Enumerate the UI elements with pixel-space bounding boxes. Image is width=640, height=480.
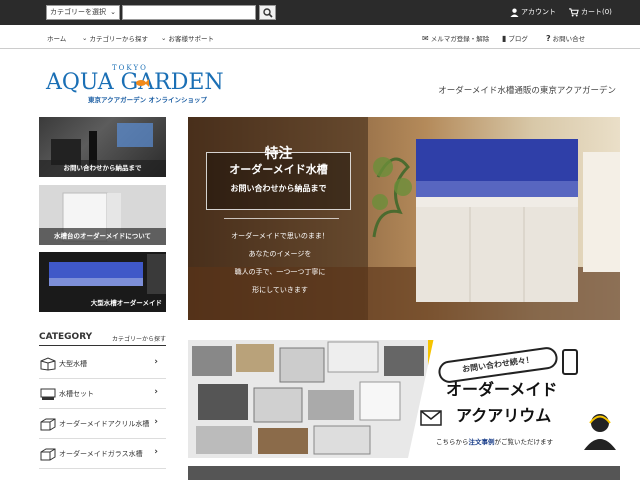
nav-home-label: ホーム: [47, 35, 67, 43]
chevron-down-icon: ⌄: [161, 34, 167, 42]
question-icon: ?: [546, 33, 551, 43]
category-item-label: 大型水槽: [59, 360, 87, 368]
chevron-right-icon: ›: [154, 387, 158, 397]
divider: [224, 218, 339, 219]
hero-body-line: 形にしていきます: [252, 286, 308, 294]
hero-line2: オーダーメイド水槽: [229, 163, 328, 176]
nav-home[interactable]: ホーム: [47, 33, 66, 43]
category-more-link[interactable]: カテゴリーから探す: [112, 334, 166, 343]
nav-newsletter[interactable]: ✉ メルマガ登録・解除: [422, 33, 490, 44]
account-link[interactable]: アカウント: [510, 7, 556, 17]
tank-icon: [40, 357, 56, 371]
promo-foot-post: がご覧いただけます: [494, 438, 554, 446]
cart-icon: [569, 7, 579, 17]
mail-icon: ✉: [422, 33, 429, 43]
account-label: アカウント: [521, 8, 556, 16]
promo-footer: こちらから注文事例がご覧いただけます: [436, 436, 553, 446]
hero-line3: お問い合わせから納品まで: [230, 184, 327, 193]
category-select[interactable]: カテゴリーを選択 ⌄: [46, 5, 120, 20]
nav-browse-category-label: カテゴリーから探す: [89, 35, 148, 43]
category-item-label: オーダーメイドアクリル水槽: [59, 420, 150, 428]
book-icon: ▮: [502, 33, 507, 43]
promo-foot-link[interactable]: 注文事例: [469, 438, 495, 446]
top-bar: カテゴリーを選択 ⌄ アカウント カート(0): [0, 0, 640, 25]
category-item-label: オーダーメイドガラス水槽: [59, 450, 143, 458]
promo-foot-pre: こちらから: [436, 438, 469, 446]
tank-set-icon: [40, 388, 56, 400]
search-button[interactable]: [259, 5, 276, 20]
acrylic-tank-icon: [40, 418, 56, 431]
promo-title-line1: オーダーメイド: [446, 380, 558, 399]
banner-stand-ordermade[interactable]: 水槽台のオーダーメイドについて: [39, 185, 166, 245]
banner-inquiry-to-delivery[interactable]: お問い合わせから納品まで: [39, 117, 166, 177]
nav-support[interactable]: ⌄ お客様サポート: [161, 33, 214, 43]
nav-browse-category[interactable]: ⌄ カテゴリーから探す: [82, 33, 148, 43]
logo-sub-text: 東京アクアガーデン オンラインショップ: [88, 96, 207, 104]
smartphone-icon: [562, 349, 578, 375]
search-icon: [263, 8, 273, 18]
site-tagline: オーダーメイド水槽通販の東京アクアガーデン: [438, 86, 616, 96]
operator-icon: [584, 414, 616, 450]
category-header: CATEGORY カテゴリーから探す: [39, 332, 166, 343]
category-item[interactable]: 水槽セット ›: [39, 379, 166, 409]
next-banner[interactable]: [188, 466, 620, 480]
category-item[interactable]: オーダーメイドガラス水槽 ›: [39, 439, 166, 469]
category-item[interactable]: オーダーメイドアクリル水槽 ›: [39, 409, 166, 439]
mail-icon: [420, 410, 442, 426]
banner-caption: お問い合わせから納品まで: [39, 160, 166, 177]
hero-body-line: オーダーメイドで思いのまま！: [231, 232, 329, 240]
nav-blog[interactable]: ▮ ブログ: [502, 33, 528, 44]
glass-tank-icon: [40, 448, 56, 461]
promo-banner-ordermade-aquarium[interactable]: お問い合わせ続々！ オーダーメイド アクアリウム こちらから注文事例がご覧いただ…: [188, 340, 620, 458]
hero-body: オーダーメイドで思いのまま！ あなたのイメージを 職人の手で、一つ一つ丁寧に 形…: [210, 227, 350, 299]
category-item[interactable]: 大型水槽 ›: [39, 349, 166, 379]
chevron-down-icon: ⌄: [110, 8, 116, 16]
user-icon: [510, 8, 519, 17]
main-nav: ホーム ⌄ カテゴリーから探す ⌄ お客様サポート ✉ メルマガ登録・解除 ▮ …: [0, 25, 640, 49]
hero-body-line: あなたのイメージを: [248, 250, 312, 258]
chevron-right-icon: ›: [154, 447, 158, 457]
nav-contact[interactable]: ? お問い合せ: [546, 33, 586, 44]
hero-banner[interactable]: 特注 オーダーメイド水槽 お問い合わせから納品まで オーダーメイドで思いのまま！…: [188, 117, 620, 320]
divider: [39, 345, 166, 346]
chevron-right-icon: ›: [154, 357, 158, 367]
chevron-down-icon: ⌄: [82, 34, 88, 42]
banner-large-tank[interactable]: 大型水槽オーダーメイド: [39, 252, 166, 312]
category-select-value: カテゴリーを選択: [50, 8, 106, 16]
nav-newsletter-label: メルマガ登録・解除: [430, 35, 490, 43]
nav-support-label: お客様サポート: [168, 35, 214, 43]
cart-label: カート(0): [581, 8, 612, 16]
hero-title-box: 特注 オーダーメイド水槽 お問い合わせから納品まで: [206, 146, 351, 210]
nav-blog-label: ブログ: [508, 35, 528, 43]
cart-link[interactable]: カート(0): [569, 7, 612, 17]
site-logo[interactable]: TOKYO AQUA GARDEN 東京アクアガーデン オンラインショップ: [44, 64, 224, 108]
hero-body-line: 職人の手で、一つ一つ丁寧に: [234, 268, 326, 276]
nav-contact-label: お問い合せ: [552, 35, 586, 43]
promo-title-line2: アクアリウム: [456, 406, 552, 425]
hero-line1: 特注: [264, 146, 293, 162]
category-item-label: 水槽セット: [59, 390, 94, 398]
search-input[interactable]: [122, 5, 256, 20]
chevron-right-icon: ›: [154, 417, 158, 427]
banner-caption: 水槽台のオーダーメイドについて: [39, 228, 166, 245]
banner-caption: 大型水槽オーダーメイド: [90, 299, 162, 307]
promo-photo-collage: [188, 340, 428, 458]
fish-icon: [136, 79, 149, 87]
